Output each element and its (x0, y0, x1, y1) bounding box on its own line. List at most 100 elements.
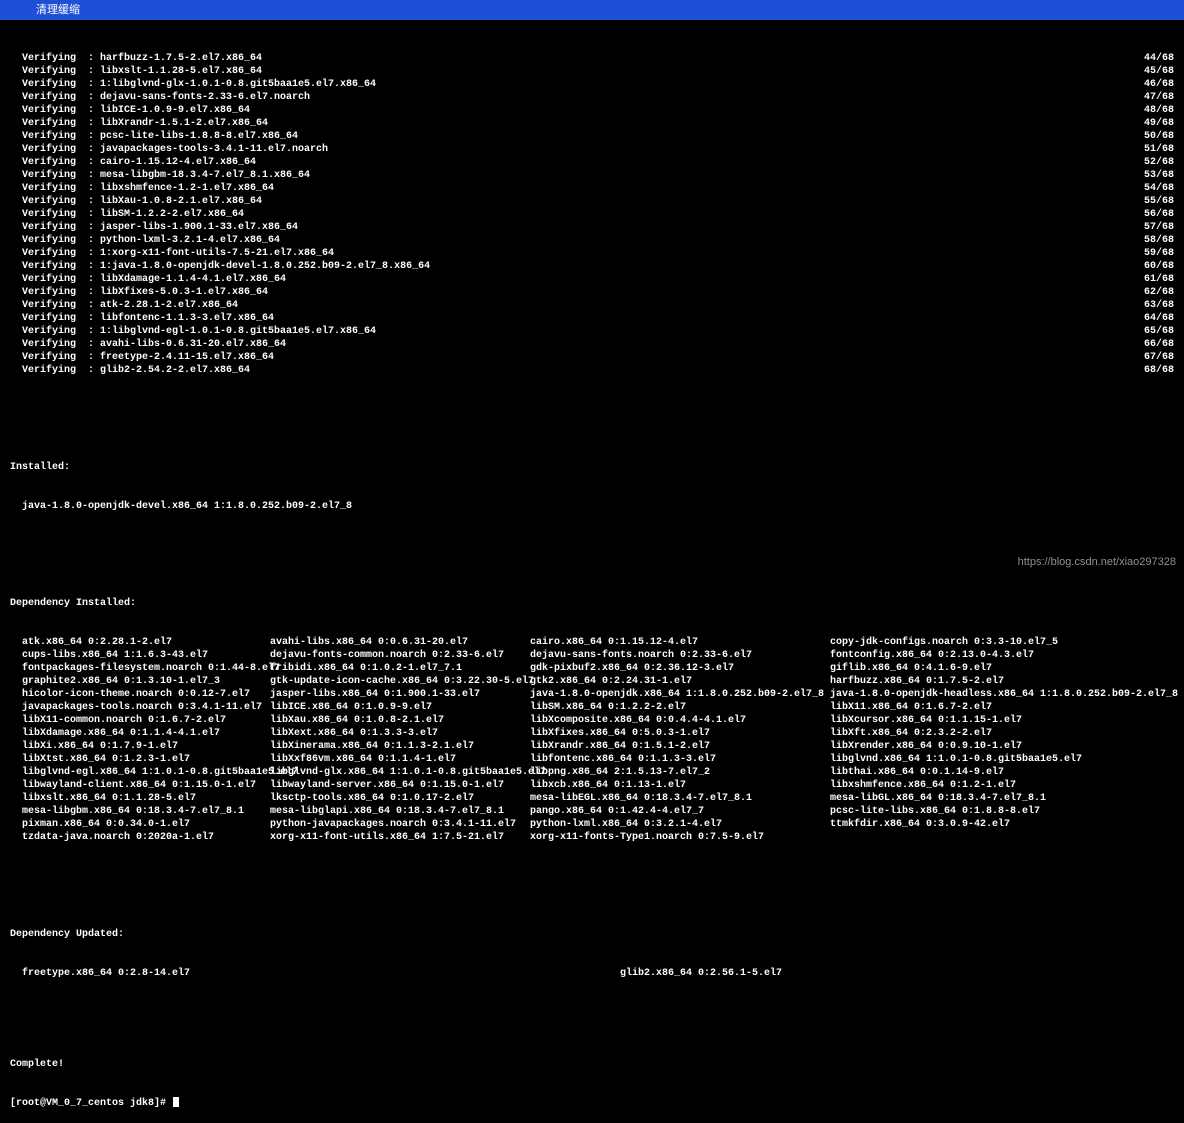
dep-pkg-cell: libXft.x86_64 0:2.3.2-2.el7 (830, 727, 1170, 740)
dep-pkg-cell: libxshmfence.x86_64 0:1.2-1.el7 (830, 779, 1170, 792)
verify-line: Verifying : 1:java-1.8.0-openjdk-devel-1… (10, 260, 1174, 273)
dep-pkg-cell: pango.x86_64 0:1.42.4-4.el7_7 (530, 805, 830, 818)
dep-pkg-cell: java-1.8.0-openjdk.x86_64 1:1.8.0.252.b0… (530, 688, 830, 701)
verify-line: Verifying : libxshmfence-1.2-1.el7.x86_6… (10, 182, 1174, 195)
dep-pkg-cell: gtk-update-icon-cache.x86_64 0:3.22.30-5… (270, 675, 530, 688)
verify-index: 47/68 (1144, 91, 1174, 104)
verify-pkg: Verifying : 1:java-1.8.0-openjdk-devel-1… (10, 260, 430, 273)
verify-index: 56/68 (1144, 208, 1174, 221)
verify-pkg: Verifying : libXau-1.0.8-2.1.el7.x86_64 (10, 195, 262, 208)
verify-pkg: Verifying : jasper-libs-1.900.1-33.el7.x… (10, 221, 298, 234)
verify-line: Verifying : cairo-1.15.12-4.el7.x86_6452… (10, 156, 1174, 169)
dep-pkg-cell: libXcomposite.x86_64 0:0.4.4-4.1.el7 (530, 714, 830, 727)
dependency-updated-grid: freetype.x86_64 0:2.8-14.el7 glib2.x86_6… (10, 967, 1174, 980)
clear-cache-button[interactable]: 清理缓缩 (30, 1, 86, 19)
window-titlebar: 清理缓缩 (0, 0, 1184, 20)
verify-line: Verifying : libXrandr-1.5.1-2.el7.x86_64… (10, 117, 1174, 130)
verify-index: 45/68 (1144, 65, 1174, 78)
dep-pkg-cell: gtk2.x86_64 0:2.24.31-1.el7 (530, 675, 830, 688)
dep-pkg-cell: dejavu-fonts-common.noarch 0:2.33-6.el7 (270, 649, 530, 662)
dep-pkg-cell: dejavu-sans-fonts.noarch 0:2.33-6.el7 (530, 649, 830, 662)
dep-pkg-cell: libpng.x86_64 2:1.5.13-7.el7_2 (530, 766, 830, 779)
verify-line: Verifying : python-lxml-3.2.1-4.el7.x86_… (10, 234, 1174, 247)
watermark-text: https://blog.csdn.net/xiao297328 (1018, 555, 1176, 569)
dependency-updated-title: Dependency Updated: (10, 928, 1174, 941)
dep-pkg-cell: cairo.x86_64 0:1.15.12-4.el7 (530, 636, 830, 649)
cursor-icon (173, 1097, 179, 1107)
dep-pkg-cell: xorg-x11-font-utils.x86_64 1:7.5-21.el7 (270, 831, 530, 844)
dep-pkg-cell: copy-jdk-configs.noarch 0:3.3-10.el7_5 (830, 636, 1170, 649)
verify-index: 52/68 (1144, 156, 1174, 169)
verify-line: Verifying : 1:libglvnd-egl-1.0.1-0.8.git… (10, 325, 1174, 338)
verify-index: 64/68 (1144, 312, 1174, 325)
verify-pkg: Verifying : atk-2.28.1-2.el7.x86_64 (10, 299, 238, 312)
verify-block: Verifying : harfbuzz-1.7.5-2.el7.x86_64 4… (10, 52, 1174, 377)
dep-pkg-cell: libXcursor.x86_64 0:1.1.15-1.el7 (830, 714, 1170, 727)
dependency-installed-title: Dependency Installed: (10, 597, 1174, 610)
verify-pkg: Verifying : 1:xorg-x11-font-utils-7.5-21… (10, 247, 334, 260)
verify-pkg: Verifying : 1:libglvnd-egl-1.0.1-0.8.git… (10, 325, 376, 338)
verify-pkg: Verifying : pcsc-lite-libs-1.8.8-8.el7.x… (10, 130, 298, 143)
verify-pkg: Verifying : harfbuzz-1.7.5-2.el7.x86_64 (10, 52, 262, 65)
dep-pkg-cell: libX11-common.noarch 0:1.6.7-2.el7 (10, 714, 270, 727)
dep-pkg-cell: libfontenc.x86_64 0:1.1.3-3.el7 (530, 753, 830, 766)
dep-pkg-cell: libXfixes.x86_64 0:5.0.3-1.el7 (530, 727, 830, 740)
verify-line: Verifying : avahi-libs-0.6.31-20.el7.x86… (10, 338, 1174, 351)
dep-pkg-cell: mesa-libGL.x86_64 0:18.3.4-7.el7_8.1 (830, 792, 1170, 805)
verify-index: 66/68 (1144, 338, 1174, 351)
verify-index: 58/68 (1144, 234, 1174, 247)
verify-line: Verifying : libfontenc-1.1.3-3.el7.x86_6… (10, 312, 1174, 325)
dep-pkg-cell: python-javapackages.noarch 0:3.4.1-11.el… (270, 818, 530, 831)
prompt-text: [root@VM_0_7_centos jdk8]# (10, 1098, 172, 1109)
dep-pkg-cell: pixman.x86_64 0:0.34.0-1.el7 (10, 818, 270, 831)
dep-pkg-cell: libX11.x86_64 0:1.6.7-2.el7 (830, 701, 1170, 714)
blank-line (10, 1019, 1174, 1032)
verify-line: Verifying : libICE-1.0.9-9.el7.x86_6448/… (10, 104, 1174, 117)
dep-pkg-cell: xorg-x11-fonts-Type1.noarch 0:7.5-9.el7 (530, 831, 830, 844)
verify-pkg: Verifying : mesa-libgbm-18.3.4-7.el7_8.1… (10, 169, 310, 182)
dep-pkg-cell: tzdata-java.noarch 0:2020a-1.el7 (10, 831, 270, 844)
verify-index: 54/68 (1144, 182, 1174, 195)
shell-prompt[interactable]: [root@VM_0_7_centos jdk8]# (10, 1097, 1174, 1110)
dep-pkg-cell: avahi-libs.x86_64 0:0.6.31-20.el7 (270, 636, 530, 649)
dep-pkg-cell: giflib.x86_64 0:4.1.6-9.el7 (830, 662, 1170, 675)
dep-pkg-cell: fontpackages-filesystem.noarch 0:1.44-8.… (10, 662, 270, 675)
verify-pkg: Verifying : 1:libglvnd-glx-1.0.1-0.8.git… (10, 78, 376, 91)
dep-pkg-cell: libglvnd-egl.x86_64 1:1.0.1-0.8.git5baa1… (10, 766, 270, 779)
dep-updated-item: glib2.x86_64 0:2.56.1-5.el7 (620, 967, 1180, 980)
dep-pkg-cell: libXext.x86_64 0:1.3.3-3.el7 (270, 727, 530, 740)
verify-pkg: Verifying : freetype-2.4.11-15.el7.x86_6… (10, 351, 274, 364)
verify-index: 61/68 (1144, 273, 1174, 286)
verify-pkg: Verifying : libSM-1.2.2-2.el7.x86_64 (10, 208, 244, 221)
dep-pkg-cell: libXxf86vm.x86_64 0:1.1.4-1.el7 (270, 753, 530, 766)
dep-pkg-cell: libXi.x86_64 0:1.7.9-1.el7 (10, 740, 270, 753)
dep-pkg-cell: libglvnd-glx.x86_64 1:1.0.1-0.8.git5baa1… (270, 766, 530, 779)
verify-line: Verifying : libXau-1.0.8-2.1.el7.x86_645… (10, 195, 1174, 208)
verify-index: 65/68 (1144, 325, 1174, 338)
dep-pkg-cell: javapackages-tools.noarch 0:3.4.1-11.el7 (10, 701, 270, 714)
dep-pkg-cell: jasper-libs.x86_64 0:1.900.1-33.el7 (270, 688, 530, 701)
installed-pkg: java-1.8.0-openjdk-devel.x86_64 1:1.8.0.… (10, 500, 1174, 513)
dep-pkg-cell: mesa-libgbm.x86_64 0:18.3.4-7.el7_8.1 (10, 805, 270, 818)
dep-pkg-cell: java-1.8.0-openjdk-headless.x86_64 1:1.8… (830, 688, 1170, 701)
dep-pkg-cell: libwayland-client.x86_64 0:1.15.0-1.el7 (10, 779, 270, 792)
verify-pkg: Verifying : dejavu-sans-fonts-2.33-6.el7… (10, 91, 310, 104)
complete-label: Complete! (10, 1058, 1174, 1071)
verify-index: 57/68 (1144, 221, 1174, 234)
dependency-installed-grid: atk.x86_64 0:2.28.1-2.el7avahi-libs.x86_… (10, 636, 1174, 844)
blank-line (10, 416, 1174, 429)
dep-pkg-cell: libXinerama.x86_64 0:1.1.3-2.1.el7 (270, 740, 530, 753)
verify-pkg: Verifying : libXdamage-1.1.4-4.1.el7.x86… (10, 273, 286, 286)
verify-line: Verifying : libXdamage-1.1.4-4.1.el7.x86… (10, 273, 1174, 286)
verify-index: 53/68 (1144, 169, 1174, 182)
verify-index: 51/68 (1144, 143, 1174, 156)
dep-pkg-cell: ttmkfdir.x86_64 0:3.0.9-42.el7 (830, 818, 1170, 831)
dep-pkg-cell: fontconfig.x86_64 0:2.13.0-4.3.el7 (830, 649, 1170, 662)
dep-pkg-cell: graphite2.x86_64 0:1.3.10-1.el7_3 (10, 675, 270, 688)
dep-pkg-cell: harfbuzz.x86_64 0:1.7.5-2.el7 (830, 675, 1170, 688)
dep-pkg-cell: libXdamage.x86_64 0:1.1.4-4.1.el7 (10, 727, 270, 740)
verify-index: 49/68 (1144, 117, 1174, 130)
dep-pkg-cell: atk.x86_64 0:2.28.1-2.el7 (10, 636, 270, 649)
verify-line: Verifying : atk-2.28.1-2.el7.x86_6463/68 (10, 299, 1174, 312)
verify-line: Verifying : 1:libglvnd-glx-1.0.1-0.8.git… (10, 78, 1174, 91)
